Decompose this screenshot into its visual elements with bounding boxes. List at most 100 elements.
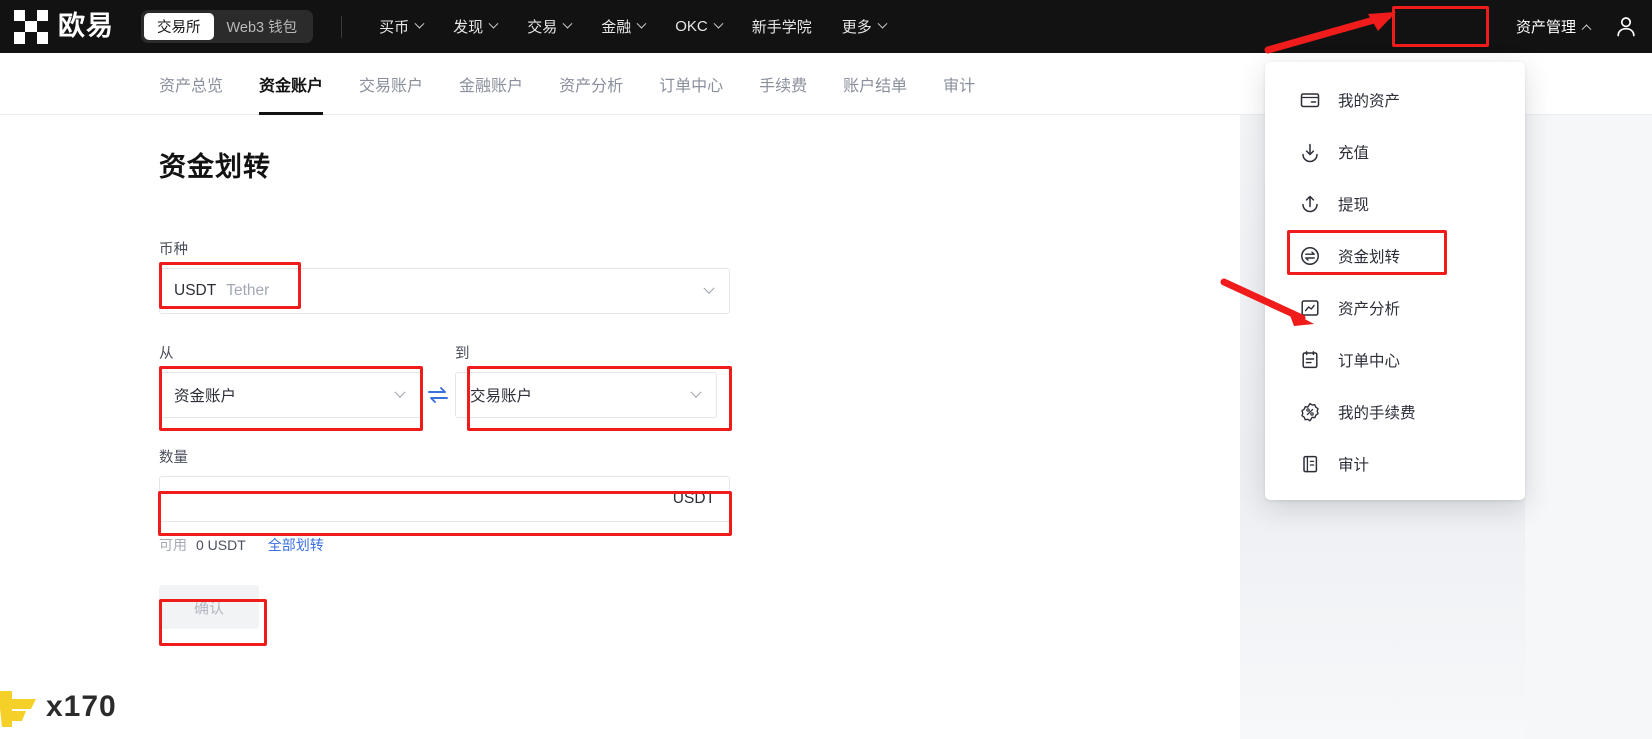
analysis-chart-icon <box>1298 296 1322 320</box>
to-account-value: 交易账户 <box>470 388 533 405</box>
asset-management-label: 资产管理 <box>1515 19 1576 36</box>
subnav-item-trading-account[interactable]: 交易账户 <box>359 53 423 115</box>
asset-management-dropdown: 我的资产 充值 提现 资金划转 资产分析 订单中心 我的手续费 审计 <box>1265 62 1525 500</box>
withdraw-arrow-up-icon <box>1298 192 1322 216</box>
header-right-group: 资产管理 <box>1506 0 1652 53</box>
chevron-down-icon <box>414 18 425 29</box>
nav-item-trade[interactable]: 交易 <box>512 0 586 53</box>
wallet-icon <box>1298 88 1322 112</box>
segment-web3-wallet[interactable]: Web3 钱包 <box>214 13 311 40</box>
from-label: 从 <box>159 346 174 362</box>
subnav-item-audit[interactable]: 审计 <box>943 53 975 115</box>
amount-suffix: USDT <box>672 490 715 507</box>
chevron-down-icon <box>394 386 406 398</box>
asset-management-button[interactable]: 资产管理 <box>1506 9 1600 44</box>
dropdown-item-label: 我的手续费 <box>1338 405 1416 422</box>
subnav-item-overview[interactable]: 资产总览 <box>159 53 223 115</box>
subnav-item-financial-account[interactable]: 金融账户 <box>459 53 523 115</box>
available-value: 0 USDT <box>196 537 246 553</box>
brand-logo[interactable]: 欧易 <box>14 9 114 44</box>
subnav-item-fees[interactable]: 手续费 <box>759 53 807 115</box>
available-balance-row: 可用 0 USDT 全部划转 <box>159 535 759 555</box>
dropdown-item-label: 我的资产 <box>1338 93 1401 110</box>
from-account-select[interactable]: 资金账户 <box>159 372 421 418</box>
to-account-select[interactable]: 交易账户 <box>455 372 717 418</box>
dropdown-item-my-fees[interactable]: 我的手续费 <box>1265 386 1525 438</box>
nav-item-discover[interactable]: 发现 <box>438 0 512 53</box>
amount-input-wrapper[interactable]: USDT <box>159 476 730 522</box>
from-field: 从 资金账户 <box>159 342 421 418</box>
amount-input[interactable] <box>174 490 673 508</box>
dropdown-item-audit[interactable]: 审计 <box>1265 438 1525 490</box>
user-icon <box>1617 16 1635 36</box>
nav-item-finance[interactable]: 金融 <box>586 0 660 53</box>
page-backdrop-right <box>1525 115 1652 739</box>
currency-label: 币种 <box>159 242 188 258</box>
dropdown-item-deposit[interactable]: 充值 <box>1265 126 1525 178</box>
dropdown-item-label: 资产分析 <box>1338 301 1401 318</box>
subnav-item-statement[interactable]: 账户结单 <box>843 53 907 115</box>
to-label: 到 <box>455 346 470 362</box>
chevron-down-icon <box>690 386 702 398</box>
chevron-down-icon <box>562 18 573 29</box>
nav-item-buy-crypto[interactable]: 买币 <box>364 0 438 53</box>
dropdown-item-label: 资金划转 <box>1338 249 1401 266</box>
currency-subname: Tether <box>226 282 270 299</box>
nav-label: 新手学院 <box>751 19 812 36</box>
okx-logo-icon <box>14 9 49 44</box>
account-row: 从 资金账户 到 交易账户 <box>159 342 759 418</box>
page-title: 资金划转 <box>159 152 271 182</box>
currency-field: 币种 USDT Tether <box>159 238 759 314</box>
nav-label: 交易 <box>527 19 558 36</box>
nav-label: OKC <box>675 18 708 35</box>
app-root: 欧易 交易所 Web3 钱包 买币 发现 交易 金融 OKC 新手学院 更多 资… <box>0 0 1652 739</box>
dropdown-item-label: 审计 <box>1338 457 1370 474</box>
chevron-down-icon <box>713 18 724 29</box>
chevron-down-icon <box>488 18 499 29</box>
swap-arrows-icon <box>428 387 448 403</box>
transfer-all-link[interactable]: 全部划转 <box>268 535 324 555</box>
watermark: x170 <box>0 685 117 729</box>
nav-item-more[interactable]: 更多 <box>827 0 901 53</box>
chevron-down-icon <box>877 18 888 29</box>
nav-label: 金融 <box>601 19 632 36</box>
dropdown-item-my-assets[interactable]: 我的资产 <box>1265 74 1525 126</box>
nav-label: 发现 <box>453 19 484 36</box>
brand-name: 欧易 <box>58 11 114 41</box>
nav-item-academy[interactable]: 新手学院 <box>737 0 827 53</box>
amount-label: 数量 <box>159 450 188 466</box>
dropdown-item-label: 提现 <box>1338 197 1370 214</box>
dropdown-item-order-center[interactable]: 订单中心 <box>1265 334 1525 386</box>
dropdown-item-withdraw[interactable]: 提现 <box>1265 178 1525 230</box>
chevron-up-icon <box>1581 24 1592 35</box>
dropdown-item-transfer[interactable]: 资金划转 <box>1265 230 1525 282</box>
dropdown-item-label: 充值 <box>1338 145 1370 162</box>
subnav-item-asset-analysis[interactable]: 资产分析 <box>559 53 623 115</box>
dropdown-item-asset-analysis[interactable]: 资产分析 <box>1265 282 1525 334</box>
subnav-item-order-center[interactable]: 订单中心 <box>659 53 723 115</box>
subnav-item-funding-account[interactable]: 资金账户 <box>259 53 324 115</box>
top-header: 欧易 交易所 Web3 钱包 买币 发现 交易 金融 OKC 新手学院 更多 资… <box>0 0 1652 53</box>
nav-item-okc[interactable]: OKC <box>660 0 737 53</box>
confirm-button[interactable]: 确认 <box>159 585 259 629</box>
main-nav: 买币 发现 交易 金融 OKC 新手学院 更多 <box>364 0 901 53</box>
order-list-icon <box>1298 348 1322 372</box>
watermark-text: x170 <box>46 690 117 723</box>
swap-accounts-button[interactable] <box>421 372 455 418</box>
chevron-down-icon <box>703 282 715 294</box>
header-divider <box>341 15 343 38</box>
user-avatar-button[interactable] <box>1600 0 1652 53</box>
nav-label: 更多 <box>841 19 872 36</box>
transfer-circle-icon <box>1298 244 1322 268</box>
amount-field: 数量 USDT 可用 0 USDT 全部划转 <box>159 446 759 555</box>
transfer-form: 资金划转 币种 USDT Tether 从 资金账户 到 交易账户 数量 USD… <box>159 145 759 629</box>
from-account-value: 资金账户 <box>174 388 237 405</box>
product-switcher: 交易所 Web3 钱包 <box>141 10 314 43</box>
currency-value: USDT <box>174 282 217 299</box>
audit-document-icon <box>1298 452 1322 476</box>
chevron-down-icon <box>636 18 647 29</box>
segment-exchange[interactable]: 交易所 <box>144 13 214 40</box>
currency-select[interactable]: USDT Tether <box>159 268 730 314</box>
nav-label: 买币 <box>379 19 410 36</box>
fee-percent-badge-icon <box>1298 400 1322 424</box>
